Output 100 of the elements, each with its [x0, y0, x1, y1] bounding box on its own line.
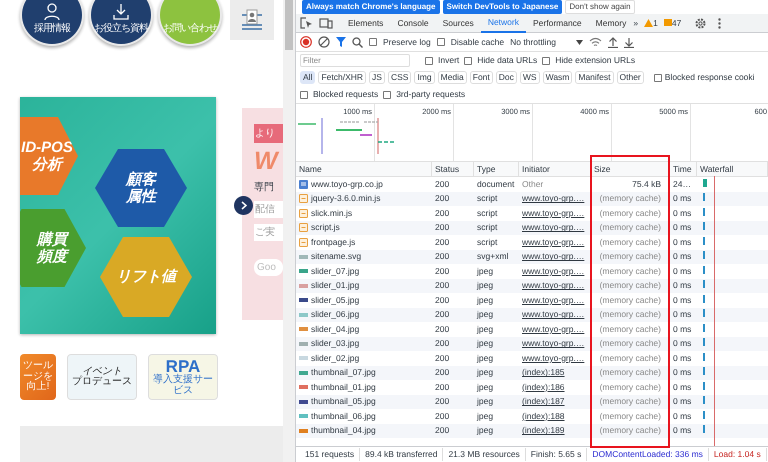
- panel-tab[interactable]: Network: [480, 14, 526, 32]
- warning-count[interactable]: 1: [653, 16, 658, 30]
- file-name[interactable]: sitename.svg: [311, 250, 362, 264]
- initiator-link[interactable]: www.toyo-grp.…: [519, 206, 591, 220]
- initiator-link[interactable]: www.toyo-grp.…: [519, 250, 591, 264]
- language-button[interactable]: Always match Chrome's language: [302, 0, 440, 14]
- checkbox[interactable]: [300, 90, 308, 98]
- file-name[interactable]: slick.min.js: [311, 206, 352, 220]
- initiator-link[interactable]: (index):186: [519, 380, 591, 394]
- file-name[interactable]: slider_01.jpg: [311, 279, 360, 292]
- file-name[interactable]: slider_06.jpg: [311, 308, 360, 322]
- initiator-link[interactable]: www.toyo-grp.…: [519, 236, 591, 249]
- type-filter[interactable]: JS: [369, 71, 385, 84]
- file-name[interactable]: thumbnail_06.jpg: [311, 410, 376, 423]
- type-filter[interactable]: Media: [438, 71, 467, 84]
- type-filter[interactable]: Doc: [496, 71, 517, 84]
- menu-button[interactable]: [230, 0, 274, 40]
- file-name[interactable]: slider_03.jpg: [311, 337, 360, 350]
- checkbox[interactable]: [464, 56, 472, 64]
- inspect-icon[interactable]: [300, 17, 313, 29]
- banner-field: ご実: [254, 224, 283, 241]
- initiator-link[interactable]: www.toyo-grp.…: [519, 192, 591, 206]
- initiator-link[interactable]: (index):188: [519, 410, 591, 423]
- next-button[interactable]: [234, 196, 253, 215]
- column-header[interactable]: Status: [432, 162, 474, 176]
- column-header[interactable]: Initiator: [519, 162, 591, 176]
- file-name[interactable]: thumbnail_07.jpg: [311, 366, 376, 380]
- file-name[interactable]: frontpage.js: [311, 236, 356, 249]
- checkbox[interactable]: [436, 38, 445, 46]
- filter-icon[interactable]: [336, 37, 346, 47]
- file-name[interactable]: thumbnail_01.jpg: [311, 380, 376, 394]
- throttling-dropdown[interactable]: No throttling: [510, 36, 556, 48]
- file-name[interactable]: jquery-3.6.0.min.js: [311, 192, 380, 206]
- initiator-link[interactable]: www.toyo-grp.…: [519, 337, 591, 350]
- file-name[interactable]: thumbnail_04.jpg: [311, 424, 376, 438]
- type-filter[interactable]: WS: [520, 71, 540, 84]
- file-name[interactable]: www.toyo-grp.co.jp: [311, 178, 383, 191]
- panel-tab[interactable]: Elements: [341, 14, 390, 32]
- panel-tab[interactable]: Memory: [588, 14, 634, 32]
- file-name[interactable]: slider_07.jpg: [311, 264, 360, 278]
- status-text: 21.3 MB resources: [443, 448, 526, 461]
- status-text: Load: 1.04 s: [708, 448, 767, 461]
- column-header[interactable]: Type: [474, 162, 519, 176]
- checkbox[interactable]: [542, 56, 550, 64]
- language-button[interactable]: Switch DevTools to Japanese: [442, 0, 562, 14]
- filter-input[interactable]: Filter: [300, 54, 410, 67]
- more-options-icon[interactable]: [718, 18, 722, 28]
- initiator-link[interactable]: www.toyo-grp.…: [519, 294, 591, 307]
- service-thumbnail[interactable]: イベント プロデュース: [67, 354, 137, 400]
- panel-tab[interactable]: Performance: [526, 14, 589, 32]
- initiator-link[interactable]: www.toyo-grp.…: [519, 308, 591, 322]
- column-header[interactable]: Name: [296, 162, 432, 176]
- download-icon[interactable]: [624, 36, 634, 48]
- search-icon[interactable]: [352, 36, 363, 48]
- type-filter[interactable]: All: [300, 71, 316, 84]
- more-tabs-button[interactable]: »: [633, 16, 638, 30]
- initiator-link[interactable]: www.toyo-grp.…: [519, 264, 591, 278]
- status-code: 200: [434, 206, 450, 220]
- stop-recording-icon[interactable]: [300, 36, 312, 48]
- status-code: 200: [434, 308, 450, 322]
- status-code: 200: [434, 352, 450, 365]
- checkbox[interactable]: [425, 56, 433, 64]
- device-icon[interactable]: [319, 17, 333, 29]
- type-filter[interactable]: Img: [414, 71, 435, 84]
- checkbox[interactable]: [654, 74, 662, 82]
- initiator-link[interactable]: (index):189: [519, 424, 591, 438]
- file-name[interactable]: script.js: [311, 221, 340, 234]
- file-name[interactable]: thumbnail_05.jpg: [311, 395, 376, 408]
- initiator-link[interactable]: www.toyo-grp.…: [519, 279, 591, 292]
- file-name[interactable]: slider_04.jpg: [311, 322, 360, 336]
- panel-tab[interactable]: Sources: [436, 14, 481, 32]
- type-filter[interactable]: Manifest: [575, 71, 614, 84]
- column-header[interactable]: Waterfall: [697, 162, 768, 176]
- panel-tab[interactable]: Console: [390, 14, 436, 32]
- column-header[interactable]: Size: [591, 162, 669, 176]
- column-header[interactable]: Time: [669, 162, 697, 176]
- wifi-settings-icon[interactable]: [588, 37, 602, 47]
- message-count[interactable]: 47: [672, 16, 682, 30]
- file-name[interactable]: slider_05.jpg: [311, 294, 360, 307]
- type-filter[interactable]: Other: [616, 71, 644, 84]
- type-filter[interactable]: Fetch/XHR: [318, 71, 366, 84]
- resource-type: jpeg: [476, 410, 494, 423]
- initiator-link[interactable]: (index):187: [519, 395, 591, 408]
- file-name[interactable]: slider_02.jpg: [311, 352, 360, 365]
- checkbox[interactable]: [369, 38, 377, 46]
- initiator-link[interactable]: (index):185: [519, 366, 591, 380]
- type-filter[interactable]: CSS: [388, 71, 412, 84]
- initiator-link[interactable]: www.toyo-grp.…: [519, 221, 591, 234]
- clear-icon[interactable]: [318, 36, 330, 48]
- type-filter[interactable]: Wasm: [542, 71, 572, 84]
- initiator-link[interactable]: www.toyo-grp.…: [519, 352, 591, 365]
- upload-icon[interactable]: [608, 36, 618, 48]
- type-filter[interactable]: Font: [470, 71, 493, 84]
- service-thumbnail[interactable]: RPA 導入支援サービス: [148, 354, 218, 400]
- initiator-link[interactable]: www.toyo-grp.…: [519, 322, 591, 336]
- checkbox[interactable]: [383, 90, 392, 98]
- settings-icon[interactable]: [695, 18, 706, 28]
- nav-link[interactable]: お役立ち資料: [89, 0, 153, 46]
- nav-link[interactable]: 採用情報: [20, 0, 84, 46]
- language-button[interactable]: Don't show again: [565, 0, 635, 14]
